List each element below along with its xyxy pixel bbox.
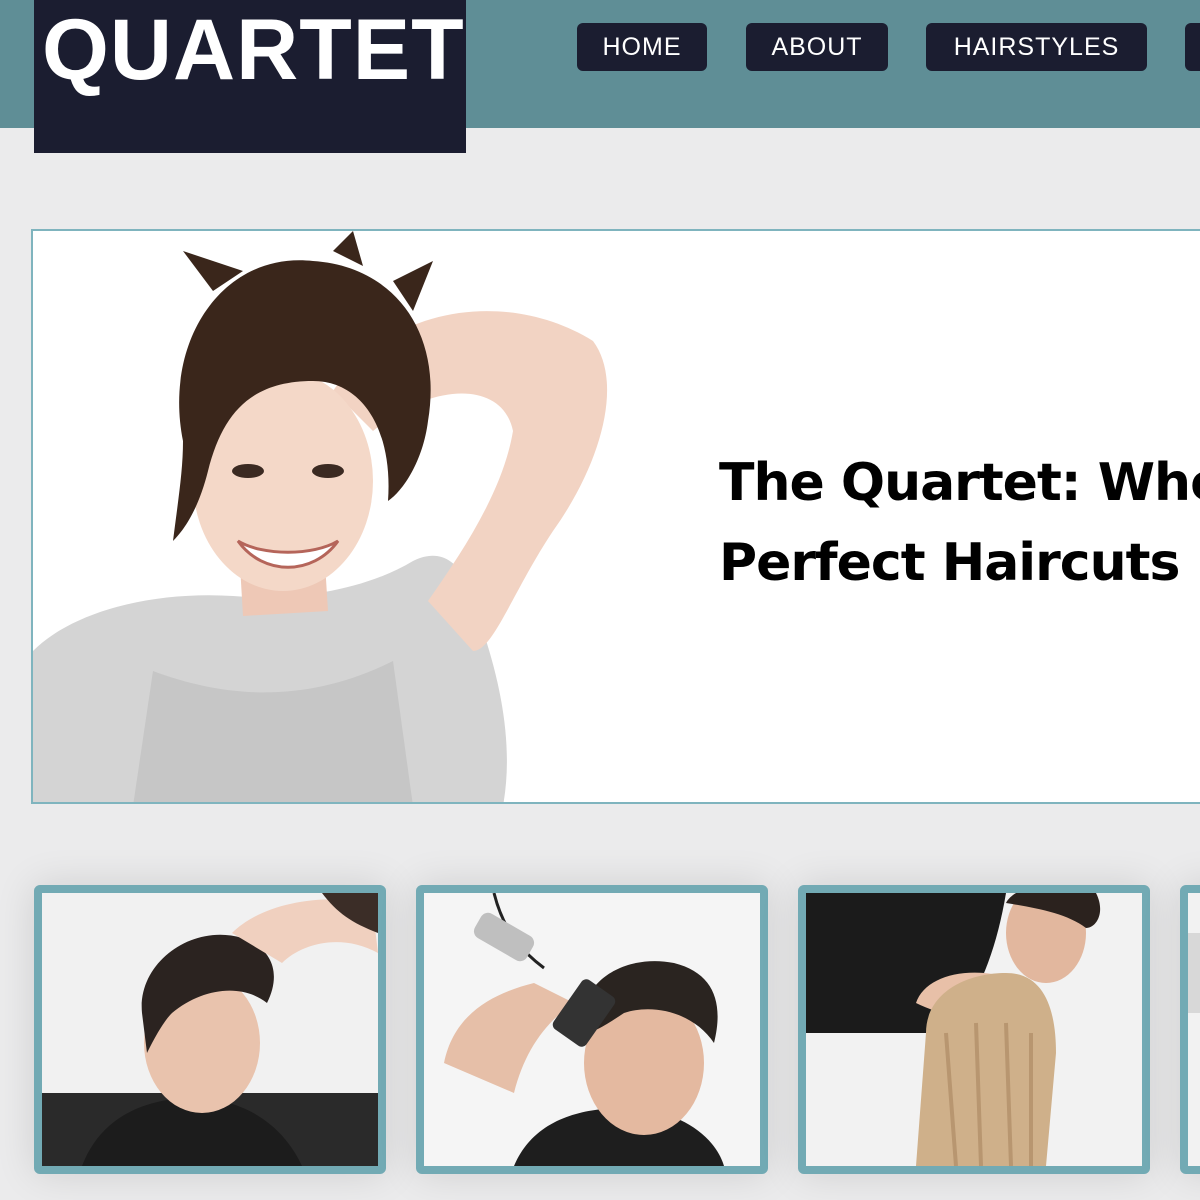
nav-about-button[interactable]: ABOUT bbox=[746, 23, 888, 71]
hero-headline-line1: The Quartet: Whe bbox=[719, 453, 1200, 513]
haircut-photo-1 bbox=[42, 893, 378, 1166]
nav-home-button[interactable]: HOME bbox=[577, 23, 707, 71]
logo-text: QUARTET bbox=[42, 2, 465, 98]
hero-headline: The Quartet: Whe Perfect Haircuts I bbox=[719, 443, 1200, 603]
gallery-thumbnail-4[interactable] bbox=[1180, 885, 1200, 1174]
logo[interactable]: QUARTET bbox=[34, 0, 466, 153]
gallery-thumbnail-1[interactable] bbox=[34, 885, 386, 1174]
haircut-photo-3 bbox=[806, 893, 1142, 1166]
haircut-photo-4 bbox=[1188, 893, 1200, 1166]
nav-next-button[interactable] bbox=[1185, 23, 1200, 71]
gallery-thumbnail-2[interactable] bbox=[416, 885, 768, 1174]
page: QUARTET HOME ABOUT HAIRSTYLES The Quarte… bbox=[0, 0, 1200, 1200]
hero-woman-photo bbox=[33, 231, 673, 802]
nav-hairstyles-button[interactable]: HAIRSTYLES bbox=[926, 23, 1147, 71]
hero-headline-line2: Perfect Haircuts I bbox=[719, 533, 1200, 593]
hero-banner: The Quartet: Whe Perfect Haircuts I bbox=[31, 229, 1200, 804]
haircut-photo-2 bbox=[424, 893, 760, 1166]
gallery-thumbnail-3[interactable] bbox=[798, 885, 1150, 1174]
